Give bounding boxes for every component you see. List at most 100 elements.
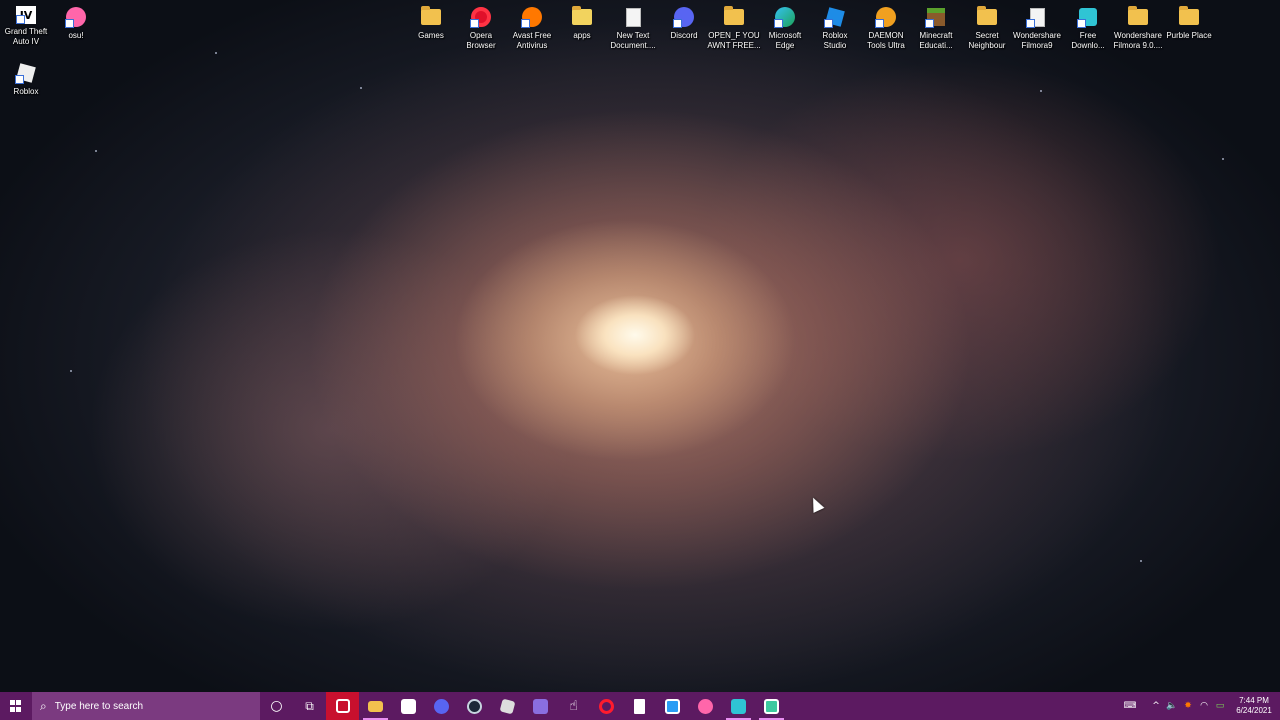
folder-icon <box>1127 6 1149 28</box>
chevron-up-icon[interactable]: ^ <box>1148 701 1164 711</box>
desktop-icon-new-text-document[interactable]: New Text Document.... <box>607 2 659 51</box>
desktop-icon-microsoft-edge[interactable]: Microsoft Edge <box>759 2 811 51</box>
desktop-icon-label: Opera Browser <box>466 31 496 50</box>
taskbar-app-free-download[interactable] <box>722 692 755 720</box>
free-download-icon <box>731 698 746 714</box>
opera-gx-icon <box>335 699 350 713</box>
steam-icon <box>467 698 482 714</box>
taskbar-app-visual-studio[interactable] <box>524 692 557 720</box>
desktop-icon-apps[interactable]: apps <box>556 2 608 41</box>
task-view-icon: ⧉ <box>305 698 314 713</box>
edge-icon <box>774 6 796 28</box>
desktop-icon-label: Free Downlo... <box>1071 31 1105 50</box>
taskbar-app-osu[interactable] <box>689 692 722 720</box>
desktop-icon-opera-browser[interactable]: Opera Browser <box>455 2 507 51</box>
file-explorer-icon <box>368 700 383 712</box>
desktop-icon-osu[interactable]: osu! <box>50 2 102 41</box>
taskbar-app-minecraft[interactable] <box>755 692 788 720</box>
star <box>95 150 97 152</box>
cortana-button[interactable]: ○ <box>260 692 293 720</box>
desktop-icon-label: Grand Theft Auto IV <box>4 27 48 46</box>
windows-logo-icon <box>10 700 22 712</box>
desktop-icon-label: Purble Place <box>1166 31 1212 40</box>
taskbar: ⌕ ○ ⧉ ☝ ⌨ ^ 🔈 ✸ ◠ ▭ 7:44 PM 6/24/2021 <box>0 692 1280 720</box>
visual-studio-icon <box>533 698 548 714</box>
system-tray: ⌨ ^ 🔈 ✸ ◠ ▭ 7:44 PM 6/24/2021 <box>1122 692 1280 720</box>
desktop-icon-label: Games <box>418 31 444 40</box>
volume-icon[interactable]: 🔈 <box>1164 701 1180 711</box>
roblox-icon <box>499 698 516 714</box>
taskbar-app-opera[interactable] <box>590 692 623 720</box>
desktop-icon-open-folder[interactable]: OPEN_F YOU AWNT FREE... <box>707 2 761 51</box>
pointer-app-icon: ☝ <box>569 698 578 714</box>
desktop-icon-label: Avast Free Antivirus <box>512 31 552 50</box>
star <box>215 52 217 54</box>
cortana-icon: ○ <box>270 698 283 714</box>
desktop-icon-label: OPEN_F YOU AWNT FREE... <box>707 31 761 50</box>
discord-icon <box>673 6 695 28</box>
filmora-icon <box>1026 6 1048 28</box>
desktop-icon-minecraft-education[interactable]: Minecraft Educati... <box>910 2 962 51</box>
minecraft-icon <box>764 698 779 714</box>
taskbar-app-discord[interactable] <box>425 692 458 720</box>
desktop-icon-label: New Text Document.... <box>610 31 656 50</box>
desktop-icon-discord[interactable]: Discord <box>658 2 710 41</box>
desktop-icon-roblox[interactable]: Roblox <box>0 58 52 97</box>
task-view-button[interactable]: ⧉ <box>293 692 326 720</box>
network-icon[interactable]: ◠ <box>1196 701 1212 711</box>
taskbar-app-roblox[interactable] <box>491 692 524 720</box>
desktop-icon-label: apps <box>573 31 591 40</box>
taskbar-app-microsoft-store[interactable] <box>392 692 425 720</box>
desktop-icon-purble-place[interactable]: Purble Place <box>1163 2 1215 41</box>
star <box>1222 158 1224 160</box>
desktop-icon-gta-iv[interactable]: IV Grand Theft Auto IV <box>0 2 52 47</box>
osu-icon <box>698 698 713 714</box>
desktop-icon-filmora9[interactable]: Wondershare Filmora9 <box>1011 2 1063 51</box>
desktop-icon-games[interactable]: Games <box>405 2 457 41</box>
taskbar-clock[interactable]: 7:44 PM 6/24/2021 <box>1232 696 1276 716</box>
opera-icon <box>599 698 614 714</box>
taskbar-app-pointer[interactable]: ☝ <box>557 692 590 720</box>
folder-icon <box>723 6 745 28</box>
search-input[interactable] <box>54 700 235 712</box>
star <box>70 370 72 372</box>
desktop-icon-label: Minecraft Educati... <box>919 31 953 50</box>
desktop-icon-secret-neighbour[interactable]: Secret Neighbour <box>961 2 1013 51</box>
gta-icon: IV <box>16 6 36 24</box>
taskbar-app-file-explorer[interactable] <box>359 692 392 720</box>
osu-icon <box>65 6 87 28</box>
taskbar-search-box[interactable]: ⌕ <box>32 692 260 720</box>
desktop-icon-label: Microsoft Edge <box>768 31 802 50</box>
keyboard-icon[interactable]: ⌨ <box>1122 701 1138 711</box>
taskbar-app-notepad[interactable] <box>623 692 656 720</box>
folder-icon <box>1178 6 1200 28</box>
desktop-icon-roblox-studio[interactable]: Roblox Studio <box>809 2 861 51</box>
filmora-icon <box>665 698 680 714</box>
start-button[interactable] <box>0 692 32 720</box>
avast-tray-icon[interactable]: ✸ <box>1180 701 1196 711</box>
folder-icon <box>420 6 442 28</box>
microsoft-store-icon <box>401 698 416 714</box>
desktop-icon-free-download[interactable]: Free Downlo... <box>1062 2 1114 51</box>
taskbar-app-filmora[interactable] <box>656 692 689 720</box>
folder-icon <box>571 6 593 28</box>
desktop-icon-label: Wondershare Filmora9 <box>1013 31 1061 50</box>
opera-icon <box>470 6 492 28</box>
notepad-icon <box>634 698 645 714</box>
battery-icon[interactable]: ▭ <box>1212 701 1228 711</box>
clock-time: 7:44 PM <box>1239 696 1269 705</box>
desktop-icon-daemon-tools[interactable]: DAEMON Tools Ultra <box>860 2 912 51</box>
daemon-tools-icon <box>875 6 897 28</box>
desktop-icon-label: Roblox <box>13 87 39 96</box>
desktop-icon-filmora-9-folder[interactable]: Wondershare Filmora 9.0.... <box>1112 2 1164 51</box>
desktop-icon-avast[interactable]: Avast Free Antivirus <box>506 2 558 51</box>
taskbar-app-opera-gx[interactable] <box>326 692 359 720</box>
desktop-icon-label: Wondershare Filmora 9.0.... <box>1113 31 1163 50</box>
minecraft-icon <box>925 6 947 28</box>
folder-icon <box>976 6 998 28</box>
roblox-studio-icon <box>824 6 846 28</box>
taskbar-app-steam[interactable] <box>458 692 491 720</box>
free-download-icon <box>1077 6 1099 28</box>
star <box>360 87 362 89</box>
desktop-icon-label: Discord <box>670 31 698 40</box>
